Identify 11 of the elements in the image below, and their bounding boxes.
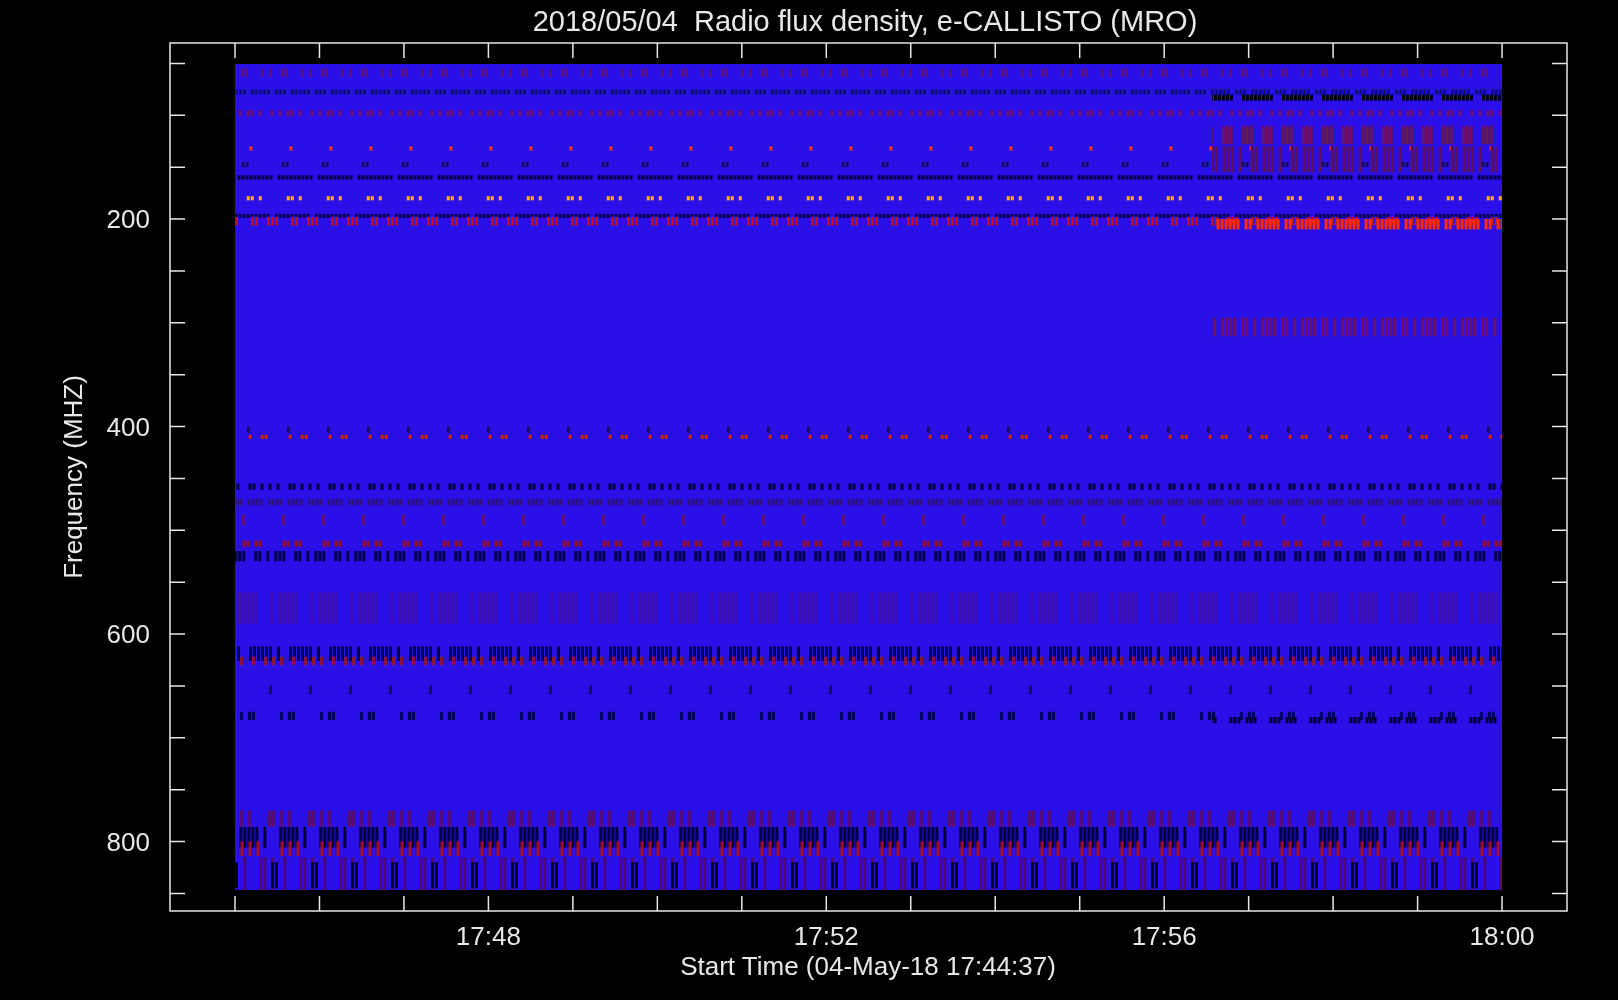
x-tick-label: 17:48 bbox=[455, 921, 521, 951]
y-axis-label: Frequency (MHZ) bbox=[58, 375, 88, 579]
x-tick-label: 17:56 bbox=[1131, 921, 1197, 951]
x-tick-label: 18:00 bbox=[1469, 921, 1535, 951]
y-tick-label: 200 bbox=[106, 204, 150, 234]
x-tick-label: 17:52 bbox=[793, 921, 859, 951]
x-axis-label: Start Time (04-May-18 17:44:37) bbox=[680, 951, 1056, 981]
chart-title: 2018/05/04 Radio flux density, e-CALLISTO (MRO) bbox=[532, 5, 1198, 37]
y-tick-label: 600 bbox=[106, 619, 150, 649]
y-tick-label: 400 bbox=[106, 411, 150, 442]
y-tick-label: 800 bbox=[106, 826, 150, 857]
